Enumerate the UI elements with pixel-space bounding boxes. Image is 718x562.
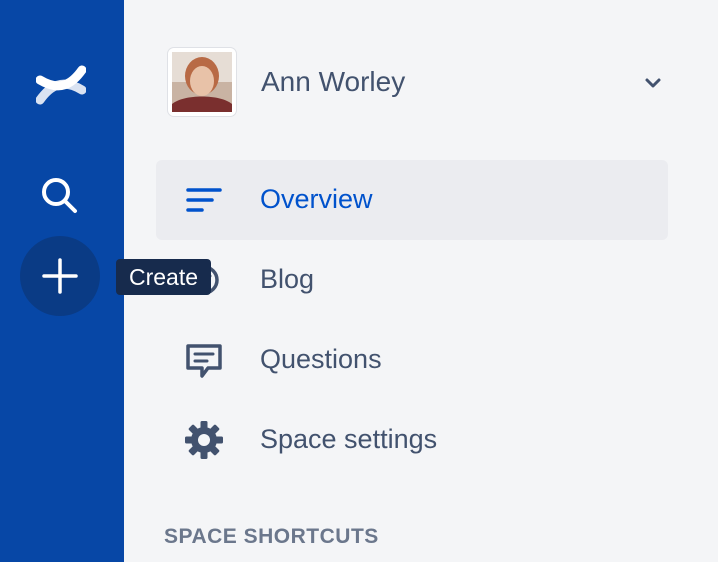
space-sidebar: Ann Worley Overview Blog Questions Space…: [124, 0, 718, 562]
space-shortcuts-heading: SPACE SHORTCUTS: [164, 525, 379, 548]
questions-icon: [182, 340, 226, 380]
chevron-down-icon[interactable]: [644, 76, 662, 95]
space-avatar: [168, 48, 236, 116]
create-button[interactable]: [20, 236, 100, 316]
nav-item-blog[interactable]: Blog: [156, 240, 668, 320]
nav-item-overview[interactable]: Overview: [156, 160, 668, 240]
nav-item-label: Blog: [260, 264, 315, 294]
search-button[interactable]: [36, 172, 84, 220]
space-title: Ann Worley: [261, 66, 406, 97]
space-header[interactable]: Ann Worley: [168, 48, 688, 118]
nav-item-label: Space settings: [260, 424, 438, 454]
nav-item-questions[interactable]: Questions: [156, 320, 668, 400]
global-sidebar: [0, 0, 124, 562]
nav-item-label: Overview: [260, 184, 373, 214]
nav-item-label: Questions: [260, 344, 382, 374]
confluence-logo-icon[interactable]: [35, 60, 87, 110]
create-tooltip: Create: [116, 259, 212, 295]
overview-icon: [182, 180, 226, 220]
gear-icon: [182, 420, 226, 460]
nav-item-space-settings[interactable]: Space settings: [156, 400, 668, 480]
search-icon: [36, 178, 84, 224]
